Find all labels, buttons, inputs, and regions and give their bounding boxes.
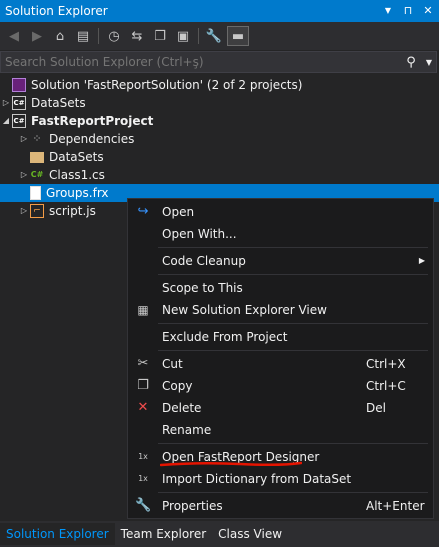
menu-item-open[interactable]: ↪ Open bbox=[128, 201, 433, 223]
tree-item-label: script.js bbox=[49, 204, 96, 218]
document-icon bbox=[30, 186, 41, 200]
back-icon[interactable]: ◀ bbox=[4, 26, 24, 46]
menu-item-open-with[interactable]: Open With... bbox=[128, 223, 433, 245]
menu-item-code-cleanup[interactable]: Code Cleanup ▶ bbox=[128, 250, 433, 272]
wrench-icon: 🔧 bbox=[135, 498, 152, 513]
collapse-all-icon[interactable]: ❐ bbox=[150, 26, 170, 46]
pending-changes-icon[interactable]: ◷ bbox=[104, 26, 124, 46]
menu-item-cut[interactable]: ✂ Cut Ctrl+X bbox=[128, 353, 433, 375]
forward-icon[interactable]: ▶ bbox=[27, 26, 47, 46]
tree-item-label: Dependencies bbox=[49, 132, 135, 146]
red-underline-annotation bbox=[160, 461, 302, 467]
menu-separator bbox=[158, 274, 428, 275]
fastreport-icon: 1x bbox=[138, 474, 148, 483]
properties-icon[interactable]: 🔧 bbox=[204, 26, 224, 46]
javascript-file-icon: ⌐ bbox=[30, 204, 44, 218]
tree-item-solution[interactable]: Solution 'FastReportSolution' (2 of 2 pr… bbox=[0, 76, 439, 94]
submenu-arrow-icon: ▶ bbox=[418, 256, 425, 265]
open-arrow-icon: ↪ bbox=[137, 204, 149, 219]
tab-team-explorer[interactable]: Team Explorer bbox=[115, 523, 213, 545]
bottom-tabs: Solution Explorer Team Explorer Class Vi… bbox=[0, 521, 439, 547]
menu-separator bbox=[158, 443, 428, 444]
tree-item-datasets-project[interactable]: ▷ C# DataSets bbox=[0, 94, 439, 112]
pin-icon[interactable]: ⊓ bbox=[401, 0, 415, 22]
expand-arrow-icon[interactable]: ▷ bbox=[18, 166, 30, 184]
toolbar: ◀ ▶ ⌂ ▤ ◷ ⇆ ❐ ▣ 🔧 ▬ bbox=[0, 22, 439, 50]
tree-item-dependencies[interactable]: ▷ ⁘ Dependencies bbox=[0, 130, 439, 148]
expand-arrow-icon[interactable]: ▷ bbox=[18, 130, 30, 148]
tree-item-label: FastReportProject bbox=[31, 114, 154, 128]
tree-item-label: DataSets bbox=[49, 150, 104, 164]
delete-x-icon: ✕ bbox=[137, 400, 149, 415]
search-icon[interactable]: ⚲ bbox=[400, 55, 422, 70]
fastreport-icon: 1x bbox=[138, 452, 148, 461]
title-bar: Solution Explorer ▼ ⊓ ✕ bbox=[0, 0, 439, 22]
menu-item-copy[interactable]: ❐ Copy Ctrl+C bbox=[128, 375, 433, 397]
tree-item-fastreport-project[interactable]: ◢ C# FastReportProject bbox=[0, 112, 439, 130]
menu-item-properties[interactable]: 🔧 Properties Alt+Enter bbox=[128, 495, 433, 517]
toolbar-divider bbox=[98, 28, 99, 44]
csharp-file-icon: C# bbox=[30, 170, 44, 179]
folder-icon bbox=[30, 151, 44, 163]
collapse-arrow-icon[interactable]: ◢ bbox=[0, 112, 12, 130]
menu-item-import-dictionary[interactable]: 1x Import Dictionary from DataSet bbox=[128, 468, 433, 490]
tree-item-label: Groups.frx bbox=[46, 186, 109, 200]
context-menu: ↪ Open Open With... Code Cleanup ▶ Scope… bbox=[127, 198, 434, 519]
dropdown-icon[interactable]: ▼ bbox=[381, 0, 395, 22]
menu-separator bbox=[158, 492, 428, 493]
tree-item-label: Class1.cs bbox=[49, 168, 105, 182]
tree-item-datasets-folder[interactable]: DataSets bbox=[0, 148, 439, 166]
menu-separator bbox=[158, 323, 428, 324]
menu-item-scope-to-this[interactable]: Scope to This bbox=[128, 277, 433, 299]
preview-icon[interactable]: ▬ bbox=[227, 26, 249, 46]
toolbar-divider bbox=[198, 28, 199, 44]
window-title: Solution Explorer bbox=[5, 4, 108, 18]
title-controls: ▼ ⊓ ✕ bbox=[381, 0, 435, 22]
csharp-project-icon: C# bbox=[12, 96, 26, 110]
tree-item-label: DataSets bbox=[31, 96, 86, 110]
show-all-files-icon[interactable]: ▣ bbox=[173, 26, 193, 46]
csharp-project-icon: C# bbox=[12, 114, 26, 128]
close-icon[interactable]: ✕ bbox=[421, 0, 435, 22]
solution-icon bbox=[12, 78, 26, 92]
tree-item-label: Solution 'FastReportSolution' (2 of 2 pr… bbox=[31, 78, 303, 92]
new-view-icon: ▦ bbox=[137, 303, 149, 317]
menu-separator bbox=[158, 350, 428, 351]
tab-solution-explorer[interactable]: Solution Explorer bbox=[0, 523, 115, 545]
sync-icon[interactable]: ⇆ bbox=[127, 26, 147, 46]
tree-item-class1[interactable]: ▷ C# Class1.cs bbox=[0, 166, 439, 184]
expand-arrow-icon[interactable]: ▷ bbox=[18, 202, 30, 220]
search-options-icon[interactable]: ▼ bbox=[422, 58, 436, 67]
tab-class-view[interactable]: Class View bbox=[212, 523, 288, 545]
search-input[interactable] bbox=[1, 54, 400, 70]
home-icon[interactable]: ⌂ bbox=[50, 26, 70, 46]
expand-arrow-icon[interactable]: ▷ bbox=[0, 94, 12, 112]
switch-views-icon[interactable]: ▤ bbox=[73, 26, 93, 46]
menu-item-delete[interactable]: ✕ Delete Del bbox=[128, 397, 433, 419]
menu-item-new-view[interactable]: ▦ New Solution Explorer View bbox=[128, 299, 433, 321]
scissors-icon: ✂ bbox=[137, 356, 149, 371]
search-box: ⚲ ▼ bbox=[0, 51, 437, 73]
menu-item-exclude[interactable]: Exclude From Project bbox=[128, 326, 433, 348]
menu-separator bbox=[158, 247, 428, 248]
copy-icon: ❐ bbox=[137, 378, 149, 393]
dependencies-icon: ⁘ bbox=[32, 132, 42, 145]
menu-item-rename[interactable]: Rename bbox=[128, 419, 433, 441]
